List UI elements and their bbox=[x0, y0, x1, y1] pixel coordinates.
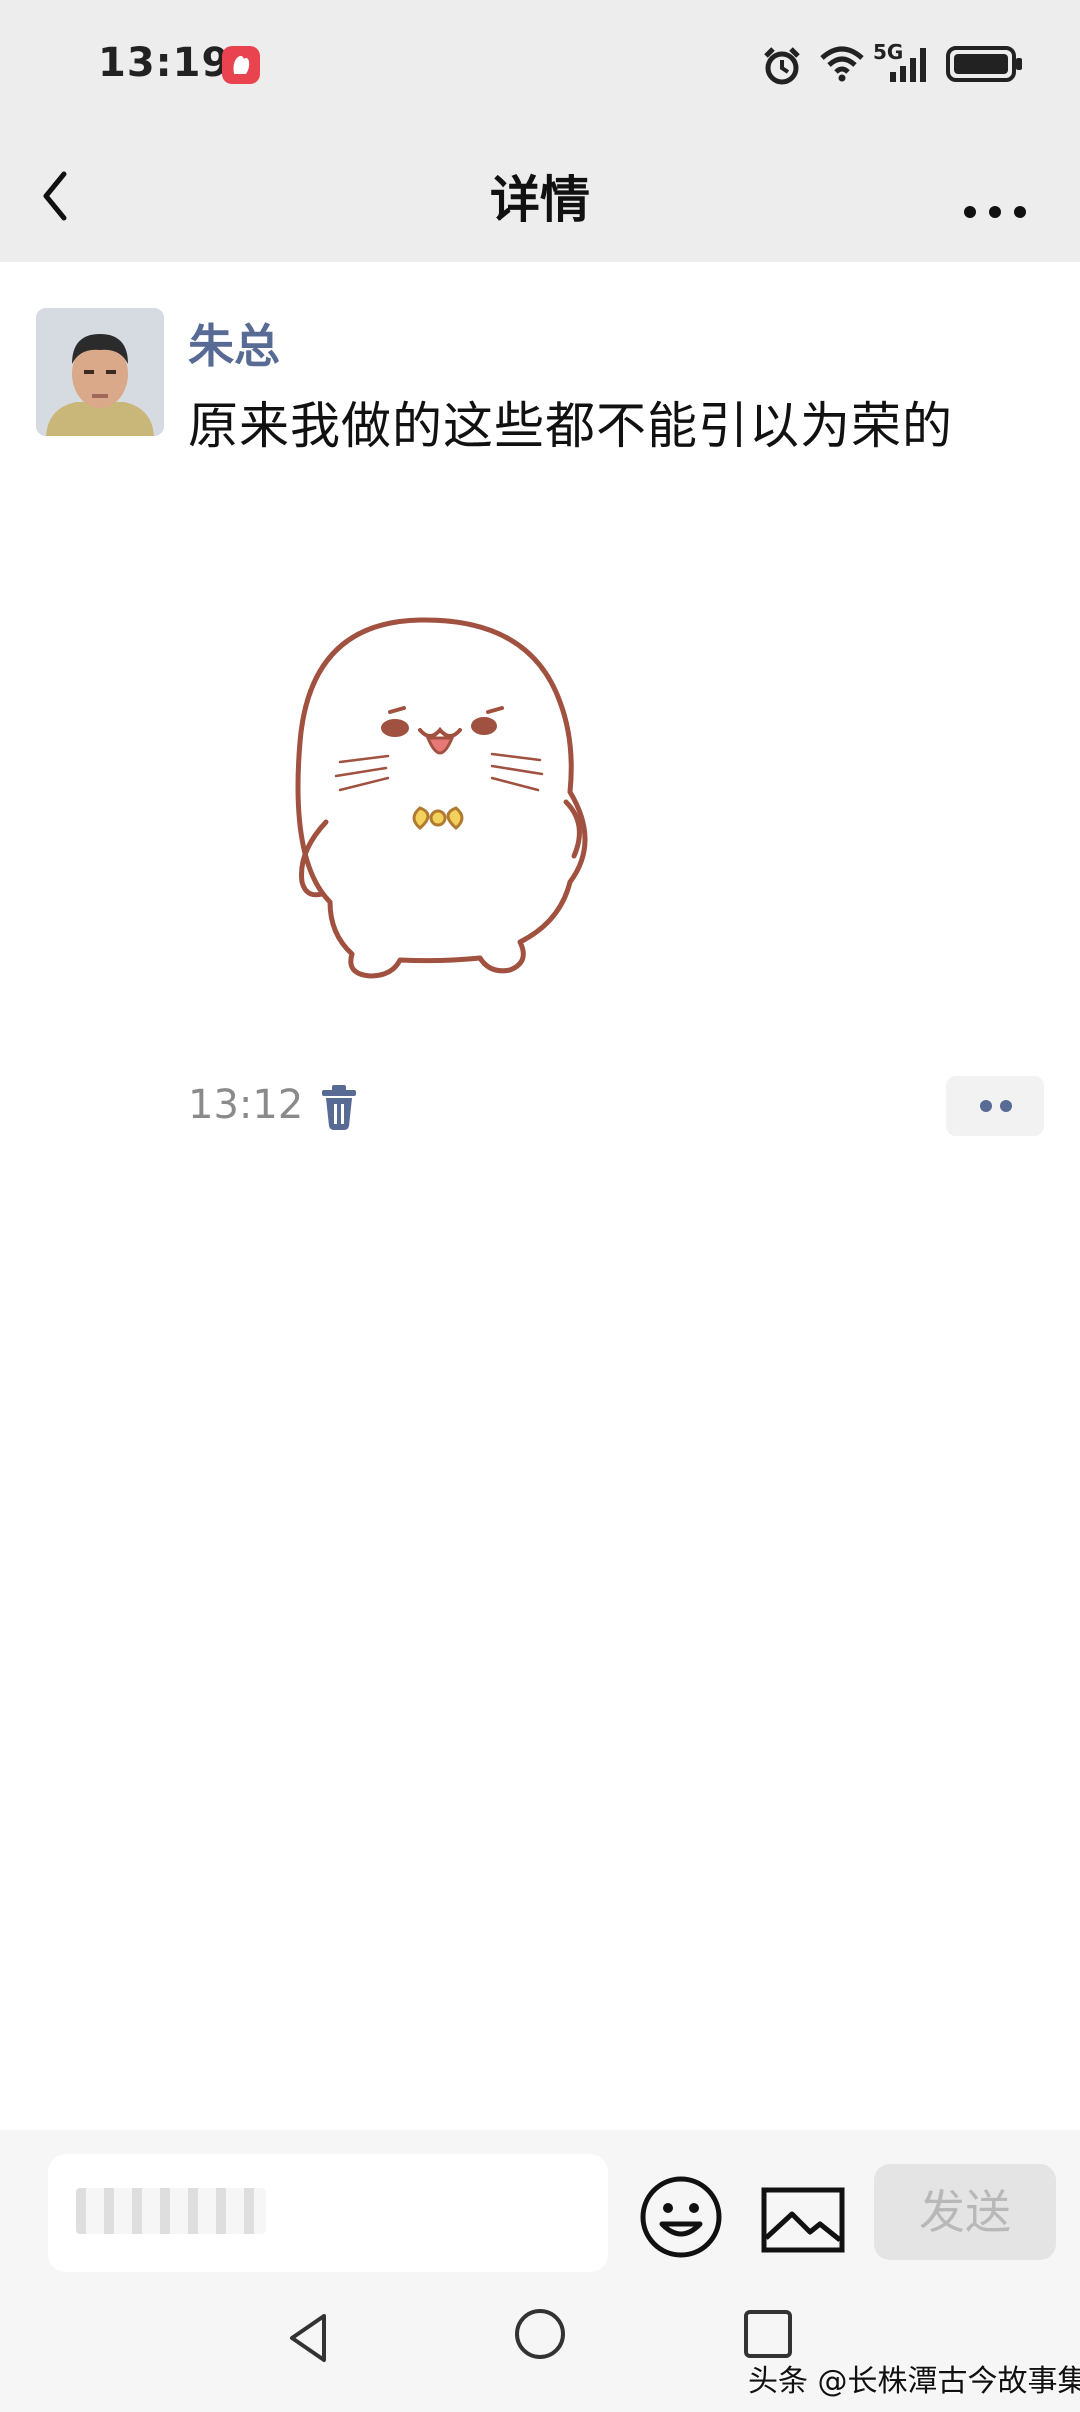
post-text: 原来我做的这些都不能引以为荣的 bbox=[188, 397, 953, 455]
more-button[interactable] bbox=[940, 152, 1050, 242]
two-dots-icon bbox=[980, 1100, 1012, 1112]
author-name[interactable]: 朱总 bbox=[188, 310, 280, 376]
post-time: 13:12 bbox=[188, 1082, 304, 1128]
page-title: 详情 bbox=[490, 171, 590, 229]
signal-icon bbox=[890, 48, 926, 82]
alarm-icon bbox=[764, 47, 800, 85]
avatar[interactable] bbox=[36, 308, 164, 436]
triangle-back-icon bbox=[290, 2314, 326, 2362]
comment-bar: 发送 bbox=[0, 2130, 1080, 2282]
system-nav-bar: 头条 @长株潭古今故事集 bbox=[0, 2282, 1080, 2412]
status-time: 13:19 bbox=[98, 40, 231, 86]
trash-icon[interactable] bbox=[318, 1082, 360, 1132]
image-icon bbox=[761, 2187, 845, 2253]
send-button[interactable]: 发送 bbox=[874, 2164, 1056, 2260]
system-recent-button[interactable] bbox=[740, 2306, 796, 2362]
circle-home-icon bbox=[515, 2309, 565, 2359]
wifi-icon bbox=[820, 46, 864, 82]
nav-bar: 详情 bbox=[0, 130, 1080, 262]
comment-input[interactable] bbox=[48, 2154, 608, 2272]
system-home-button[interactable] bbox=[512, 2306, 568, 2362]
comment-button[interactable] bbox=[946, 1076, 1044, 1136]
watermark: 头条 @长株潭古今故事集 bbox=[748, 2364, 1080, 2399]
battery-icon bbox=[946, 46, 1022, 82]
emoji-smile-icon bbox=[640, 2176, 722, 2258]
square-recent-icon bbox=[744, 2310, 792, 2358]
status-bar: 13:19 5G bbox=[0, 0, 1080, 130]
image-button[interactable] bbox=[758, 2180, 848, 2260]
more-dots-icon bbox=[964, 206, 1026, 218]
app-notification-icon bbox=[222, 46, 260, 84]
system-back-button[interactable] bbox=[280, 2308, 340, 2368]
seal-sticker[interactable] bbox=[270, 562, 650, 1032]
emoji-button[interactable] bbox=[636, 2172, 726, 2262]
